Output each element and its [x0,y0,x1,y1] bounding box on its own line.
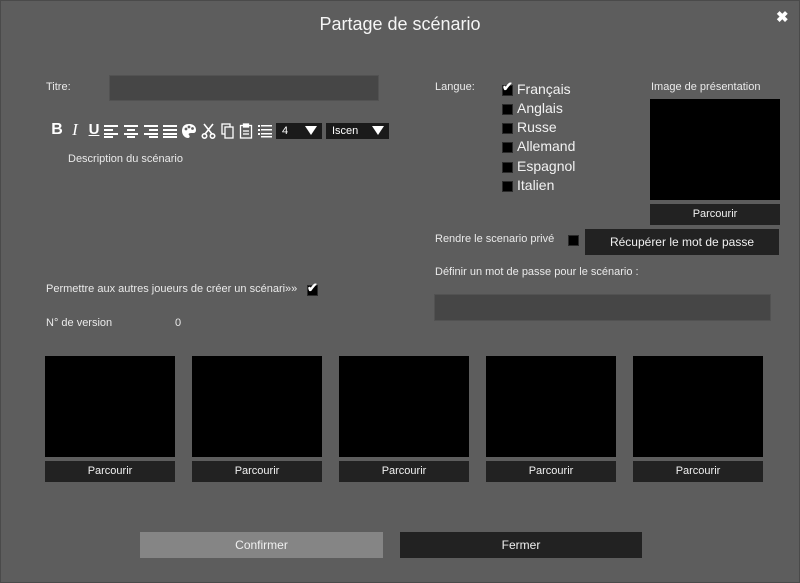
palette-icon[interactable] [181,123,197,139]
private-checkbox[interactable] [568,235,579,246]
language-checkbox[interactable] [502,162,513,173]
screenshot-slot-3 [339,356,469,457]
title-input[interactable] [109,75,379,101]
italic-icon[interactable]: I [69,121,81,138]
align-left-icon[interactable] [104,124,118,138]
presentation-image-preview [650,99,780,200]
underline-icon[interactable]: U [87,122,101,138]
screenshot-slot-4 [486,356,616,457]
close-icon[interactable]: ✖ [776,8,789,26]
version-label: N° de version [46,317,113,329]
presentation-image-label: Image de présentation [651,81,761,93]
dialog-title: Partage de scénario [319,14,481,34]
version-value: 0 [175,317,182,329]
language-option-label: Espagnol [517,158,576,174]
screenshot-browse-button-2[interactable]: Parcourir [192,461,322,482]
presentation-browse-button[interactable]: Parcourir [650,204,780,225]
checkmark-icon: ✔ [502,79,513,94]
language-checkbox[interactable] [502,181,513,192]
close-button[interactable]: Fermer [400,532,642,558]
screenshot-browse-button-3[interactable]: Parcourir [339,461,469,482]
chevron-down-icon [305,126,317,135]
font-family-value: Iscen [332,125,359,137]
align-right-icon[interactable] [144,124,158,138]
align-justify-icon[interactable] [163,124,177,138]
screenshot-slot-5 [633,356,763,457]
screenshot-browse-button-1[interactable]: Parcourir [45,461,175,482]
language-checkbox[interactable] [502,104,513,115]
align-center-icon[interactable] [124,124,138,138]
language-option-label: Italien [517,177,555,193]
language-option-label: Russe [517,119,557,135]
language-option-label: Français [517,81,571,97]
chevron-down-icon [372,126,384,135]
password-label: Définir un mot de passe pour le scénario… [435,266,639,278]
screenshot-slot-2 [192,356,322,457]
font-size-dropdown[interactable]: 4 [276,123,322,139]
copy-icon[interactable] [221,123,235,139]
language-checkbox[interactable] [502,142,513,153]
font-size-value: 4 [282,125,289,137]
recover-password-button[interactable]: Récupérer le mot de passe [585,229,779,255]
screenshot-slot-1 [45,356,175,457]
bold-icon[interactable]: B [50,122,64,138]
description-editor[interactable]: Description du scénario [46,145,416,265]
description-placeholder: Description du scénario [68,153,183,165]
language-option-label: Anglais [517,100,563,116]
paste-icon[interactable] [239,123,253,139]
list-icon[interactable] [258,123,272,139]
password-input[interactable] [434,294,771,321]
confirm-button[interactable]: Confirmer [140,532,383,558]
screenshot-browse-button-4[interactable]: Parcourir [486,461,616,482]
language-label: Langue: [435,81,475,93]
screenshot-browse-button-5[interactable]: Parcourir [633,461,763,482]
cut-icon[interactable] [201,123,216,139]
language-option-label: Allemand [517,138,576,154]
private-label: Rendre le scenario privé [435,233,555,245]
font-family-dropdown[interactable]: Iscen [326,123,389,139]
checkmark-icon: ✔ [307,280,318,295]
language-checkbox[interactable] [502,123,513,134]
allow-others-label: Permettre aux autres joueurs de créer un… [46,283,298,295]
title-label: Titre: [46,81,71,93]
